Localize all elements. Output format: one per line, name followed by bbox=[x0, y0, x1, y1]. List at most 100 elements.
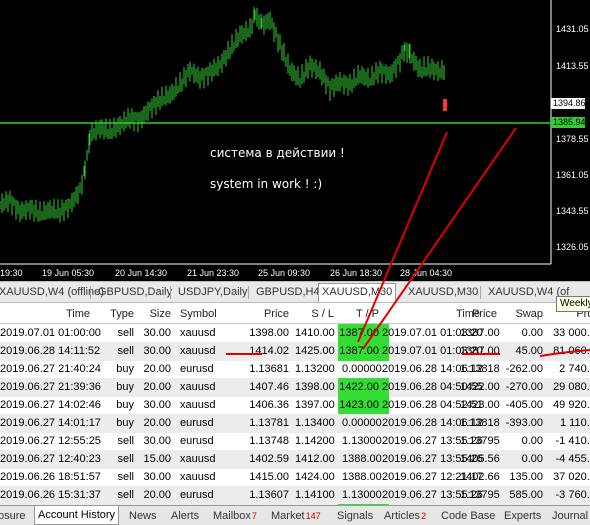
cell-type: buy bbox=[116, 399, 134, 411]
unread-badge: 7 bbox=[251, 511, 257, 521]
cell-close-price: 1.13818 bbox=[460, 363, 500, 375]
cell-stop-loss: 1410.00 bbox=[295, 327, 335, 339]
column-header-close-price[interactable]: Price bbox=[460, 305, 497, 323]
tab-mailbox[interactable]: Mailbox7 bbox=[213, 508, 257, 524]
chart-tab[interactable]: USDJPY,Daily bbox=[178, 284, 248, 301]
tab-alerts[interactable]: Alerts bbox=[171, 508, 199, 524]
cell-open-time: 2019.06.27 14:01:17 bbox=[0, 417, 101, 429]
tab-label: Signals bbox=[337, 510, 374, 522]
cell-size: 30.00 bbox=[143, 435, 171, 447]
cell-take-profit: 0.00000 bbox=[342, 363, 382, 375]
cell-profit: -4 455.00 bbox=[555, 453, 590, 465]
table-row[interactable]: 2019.06.27 14:01:17 buy 20.00 eurusd 1.13781… bbox=[0, 414, 590, 433]
tab-journal[interactable]: Journal bbox=[552, 508, 588, 524]
cell-size: 30.00 bbox=[143, 399, 171, 411]
cell-open-time: 2019.06.26 15:31:37 bbox=[0, 489, 101, 501]
cell-close-price: 1.13795 bbox=[460, 435, 500, 447]
cell-profit: -3 760.00 bbox=[555, 489, 590, 501]
tab-signals[interactable]: Signals bbox=[337, 508, 373, 524]
table-row[interactable]: 2019.06.27 21:40:24 buy 20.00 eurusd 1.13681… bbox=[0, 360, 590, 379]
cell-profit: -1 410.00 bbox=[555, 435, 590, 447]
cell-stop-loss: 1.13200 bbox=[295, 363, 335, 375]
tab-market[interactable]: Market147 bbox=[271, 508, 321, 524]
cell-symbol: xauusd bbox=[180, 381, 216, 393]
column-header-take-profit[interactable]: T / P bbox=[342, 305, 379, 323]
column-header-size[interactable]: Size bbox=[136, 305, 171, 323]
cell-swap: 0.00 bbox=[521, 435, 543, 447]
account-history-table: Time Type Size Symbol Price S / L T / P … bbox=[0, 305, 590, 505]
cell-close-price: 1.13795 bbox=[460, 489, 500, 501]
cell-symbol: xauusd bbox=[180, 345, 216, 357]
column-header-open-time[interactable]: Time bbox=[0, 305, 90, 323]
tab-label: Code Base bbox=[441, 510, 496, 522]
cell-symbol: eurusd bbox=[180, 363, 214, 375]
tab-label: osure bbox=[0, 510, 26, 522]
cell-symbol: xauusd bbox=[180, 327, 216, 339]
table-row[interactable]: 2019.07.01 01:00:00 sell 30.00 xauusd 1398.0… bbox=[0, 324, 590, 343]
table-row[interactable]: 2019.06.27 14:02:46 buy 30.00 xauusd 1406.36… bbox=[0, 396, 590, 415]
cell-open-price: 1415.00 bbox=[249, 471, 289, 483]
tab-label: Account History bbox=[38, 509, 116, 521]
price-chart[interactable]: 1431.05 1413.55 1394.86 1385.94 1378.55 … bbox=[0, 0, 590, 281]
tab-label: Mailbox bbox=[213, 510, 251, 522]
tab-code-base[interactable]: Code Base bbox=[441, 508, 495, 524]
cell-open-time: 2019.06.27 12:40:23 bbox=[0, 453, 101, 465]
chart-tab[interactable]: GBPUSD,H4 bbox=[256, 284, 320, 301]
cell-swap: -393.00 bbox=[505, 417, 543, 429]
price-level-label: 1361.05 bbox=[556, 170, 589, 180]
chart-tab[interactable]: XAUUSD,M30 bbox=[408, 284, 478, 301]
candlestick-plot bbox=[0, 0, 552, 265]
cell-size: 30.00 bbox=[143, 327, 171, 339]
cell-profit: 37 020.00 bbox=[553, 471, 590, 483]
table-row[interactable]: 2019.06.27 21:39:36 buy 20.00 xauusd 1407.46… bbox=[0, 378, 590, 397]
tooltip: Weekly bbox=[556, 296, 590, 312]
cell-close-price: 1387.00 bbox=[460, 327, 500, 339]
cell-profit: 49 920.00 bbox=[553, 399, 590, 411]
table-row[interactable]: 2019.06.26 15:31:37 sell 20.00 eurusd 1.1360… bbox=[0, 486, 590, 505]
chart-tab[interactable]: XAUUSD,W4 (offline) bbox=[0, 284, 104, 301]
tab-experts[interactable]: Experts bbox=[504, 508, 541, 524]
cell-size: 15.00 bbox=[143, 453, 171, 465]
cell-open-price: 1.13681 bbox=[249, 363, 289, 375]
tab-articles[interactable]: Articles2 bbox=[384, 508, 426, 524]
price-level-label: 1431.05 bbox=[556, 24, 589, 34]
cell-type: sell bbox=[117, 435, 134, 447]
current-price-tag: 1385.94 bbox=[551, 117, 586, 128]
column-header-swap[interactable]: Swap bbox=[503, 305, 543, 323]
column-header-stop-loss[interactable]: S / L bbox=[295, 305, 334, 323]
column-header-symbol[interactable]: Symbol bbox=[180, 305, 230, 323]
cell-open-time: 2019.07.01 01:00:00 bbox=[0, 327, 101, 339]
cell-open-price: 1414.02 bbox=[249, 345, 289, 357]
cell-symbol: xauusd bbox=[180, 453, 216, 465]
cell-swap: -262.00 bbox=[505, 363, 543, 375]
chart-tab[interactable]: GBPUSD,Daily bbox=[98, 284, 172, 301]
date-axis-label: 21 Jun 23:30 bbox=[187, 268, 240, 278]
tab-label: Alerts bbox=[171, 510, 200, 522]
chart-tab-active[interactable]: XAUUSD,M30 bbox=[318, 283, 397, 302]
tab-divider bbox=[480, 286, 481, 299]
cell-type: sell bbox=[117, 327, 134, 339]
cell-symbol: xauusd bbox=[180, 471, 216, 483]
date-axis-label: 19 Jun 05:30 bbox=[42, 268, 95, 278]
tab-news[interactable]: News bbox=[129, 508, 157, 524]
cell-profit: 29 080.00 bbox=[553, 381, 590, 393]
table-row[interactable]: 2019.06.26 18:51:57 sell 30.00 xauusd 1415.0… bbox=[0, 468, 590, 487]
table-row[interactable]: 2019.06.28 14:11:52 sell 30.00 xauusd 1414.0… bbox=[0, 342, 590, 361]
column-header-open-price[interactable]: Price bbox=[240, 305, 289, 323]
chart-tab-bar: XAUUSD,W4 (offline) GBPUSD,Daily USDJPY,… bbox=[0, 281, 590, 303]
cell-stop-loss: 1425.00 bbox=[295, 345, 335, 357]
cell-symbol: eurusd bbox=[180, 417, 214, 429]
cell-profit: 33 000.00 bbox=[553, 327, 590, 339]
price-level-label: 1413.55 bbox=[556, 61, 589, 71]
cell-swap: 585.00 bbox=[509, 489, 543, 501]
cell-close-price: 1387.00 bbox=[460, 345, 500, 357]
cell-type: sell bbox=[117, 471, 134, 483]
table-row[interactable]: 2019.06.27 12:40:23 sell 15.00 xauusd 1402.5… bbox=[0, 450, 590, 469]
table-row[interactable]: 2019.06.27 12:55:25 sell 30.00 eurusd 1.1374… bbox=[0, 432, 590, 451]
cell-close-price: 1.13818 bbox=[460, 417, 500, 429]
tab-exposure[interactable]: osure bbox=[0, 508, 26, 524]
tab-account-history[interactable]: Account History bbox=[34, 506, 120, 525]
column-header-type[interactable]: Type bbox=[96, 305, 134, 323]
cell-open-price: 1407.46 bbox=[249, 381, 289, 393]
cell-swap: 0.00 bbox=[521, 327, 543, 339]
